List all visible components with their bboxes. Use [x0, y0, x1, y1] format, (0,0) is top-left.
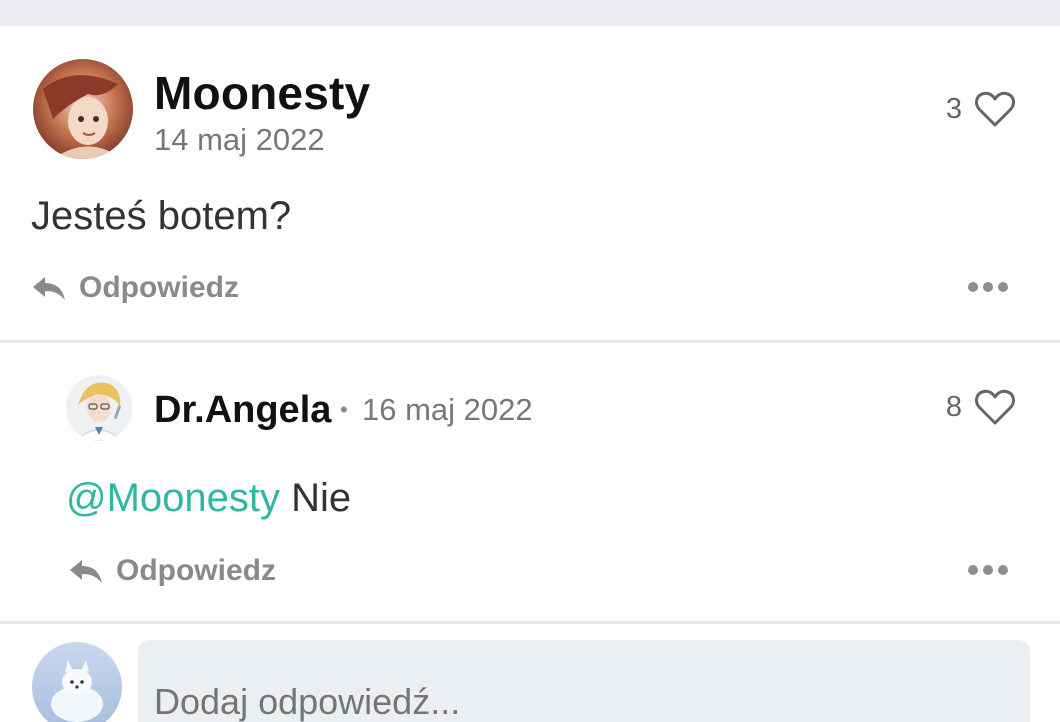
reply-composer — [0, 624, 1060, 722]
username[interactable]: Moonesty — [154, 66, 370, 120]
reply-label: Odpowiedz — [79, 271, 239, 304]
mention-link[interactable]: @Moonesty — [66, 476, 280, 520]
like-control[interactable]: 8 — [946, 388, 1016, 426]
like-count: 8 — [945, 390, 962, 423]
reply-button[interactable]: Odpowiedz — [68, 554, 276, 588]
comment-card: Moonesty 14 maj 2022 3 Jesteś botem? Odp… — [0, 26, 1060, 340]
reply-card: Dr.Angela • 16 maj 2022 8 @Moonesty Nie … — [0, 343, 1060, 621]
comment-date: 16 maj 2022 — [362, 392, 533, 427]
comment-text: Jesteś botem? — [31, 194, 292, 238]
reply-text: Nie — [280, 476, 352, 520]
top-strip — [0, 0, 1060, 26]
heart-icon[interactable] — [974, 90, 1016, 128]
heart-icon[interactable] — [974, 388, 1016, 426]
separator-dot: • — [340, 397, 348, 422]
username[interactable]: Dr.Angela — [154, 389, 331, 432]
avatar[interactable] — [66, 375, 132, 441]
avatar[interactable] — [33, 59, 133, 159]
reply-label: Odpowiedz — [116, 554, 276, 587]
reply-arrow-icon — [70, 560, 102, 583]
reply-button[interactable]: Odpowiedz — [31, 271, 239, 305]
reply-input[interactable] — [138, 640, 1030, 722]
avatar — [32, 642, 122, 722]
comment-text: @Moonesty Nie — [66, 476, 351, 521]
reply-arrow-icon — [33, 277, 65, 300]
more-options-icon[interactable] — [968, 282, 1008, 292]
comment-date: 14 maj 2022 — [154, 122, 325, 157]
like-control[interactable]: 3 — [946, 90, 1016, 128]
like-count: 3 — [945, 92, 962, 125]
more-options-icon[interactable] — [968, 565, 1008, 575]
